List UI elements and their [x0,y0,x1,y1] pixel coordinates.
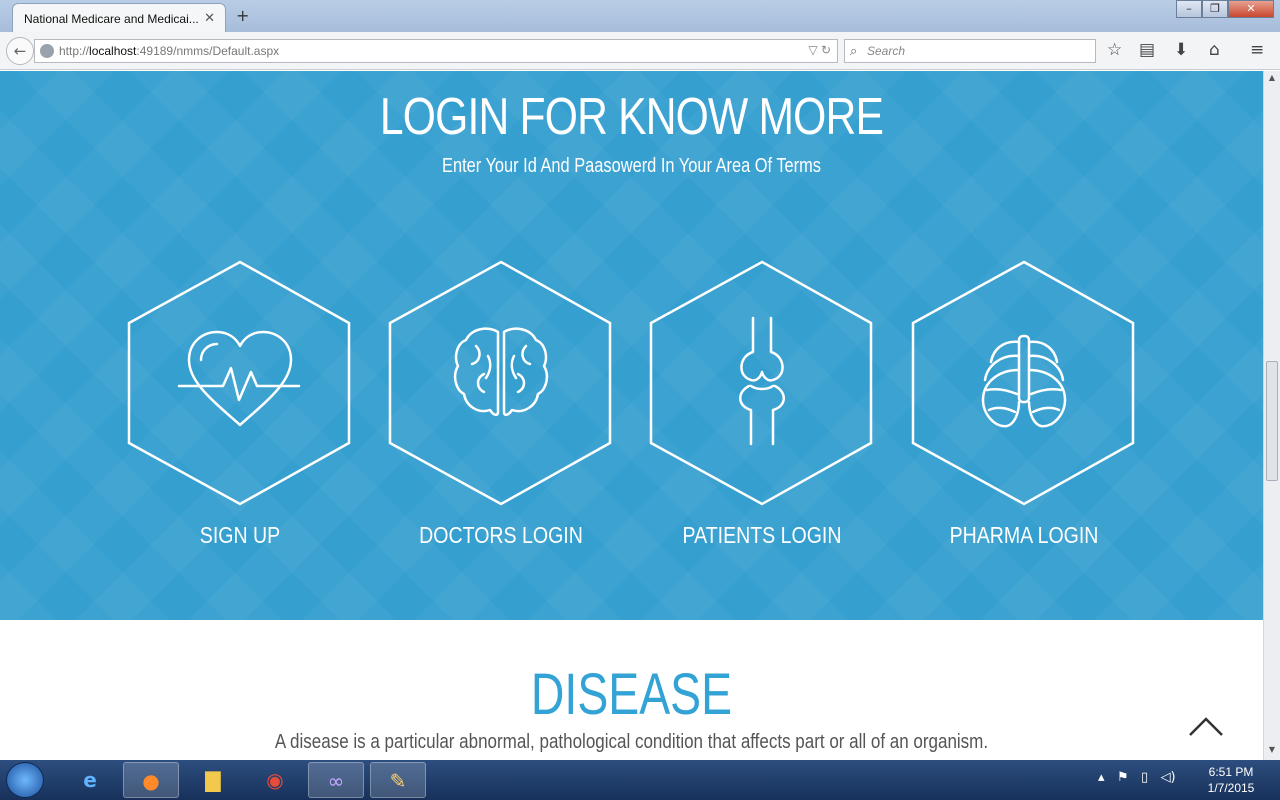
scrollbar-thumb[interactable] [1266,361,1278,481]
window-controls: – ❐ ✕ [1176,0,1274,18]
hexagon-frame [388,260,612,506]
paint-icon[interactable]: ✎ [370,762,426,798]
search-icon: ⌕ [850,43,858,58]
search-input[interactable]: ⌕ Search [844,39,1096,63]
search-placeholder: Search [867,44,906,58]
url-host: localhost [89,44,137,58]
action-center-flag-icon[interactable]: ⚑ [1117,770,1129,785]
address-bar[interactable]: http://localhost:49189/nmms/Default.aspx… [34,39,838,63]
close-window-button[interactable]: ✕ [1228,0,1274,18]
knee-joint-icon [739,316,785,446]
globe-icon [40,44,54,58]
hexagon-frame [127,260,351,506]
scroll-to-top-button[interactable] [1186,715,1226,739]
page-scrollbar[interactable]: ▲ ▼ [1263,71,1280,760]
browser-navbar: ← http://localhost:49189/nmms/Default.as… [0,32,1280,70]
download-icon[interactable]: ⬇ [1174,40,1188,60]
back-button[interactable]: ← [6,37,34,65]
browser-tab[interactable]: National Medicare and Medicai... ✕ [12,3,226,32]
login-hero-section: LOGIN FOR KNOW MORE Enter Your Id And Pa… [0,71,1263,620]
pharma-login-label: PHARMA LOGIN [949,522,1099,548]
doctors-login-card[interactable]: DOCTORS LOGIN [388,260,614,560]
battery-icon[interactable]: ▯ [1141,770,1148,785]
signup-label: SIGN UP [199,522,281,548]
back-arrow-icon: ← [13,42,27,60]
system-tray[interactable]: ▴ ⚑ ▯ ◁) [1098,770,1176,785]
url-dropdown-icon[interactable]: ▽ ↻ [808,43,831,57]
pharma-login-card[interactable]: PHARMA LOGIN [911,260,1137,560]
volume-icon[interactable]: ◁) [1161,770,1176,785]
doctors-login-label: DOCTORS LOGIN [419,522,583,548]
taskbar-clock[interactable]: 6:51 PM 1/7/2015 [1196,764,1266,796]
browser-titlebar: National Medicare and Medicai... ✕ + – ❐… [0,0,1280,32]
patients-login-card[interactable]: PATIENTS LOGIN [649,260,875,560]
bookmark-star-icon[interactable]: ☆ [1107,40,1122,60]
hero-subtitle: Enter Your Id And Paasowerd In Your Area… [442,155,821,177]
windows-taskbar: e ● ▇ ◉ ∞ ✎ ▴ ⚑ ▯ ◁) 6:51 PM 1/7/2015 [0,760,1280,800]
menu-icon[interactable]: ≡ [1250,40,1264,60]
rib-cage-icon [981,334,1067,428]
brain-icon [453,327,549,416]
minimize-button[interactable]: – [1176,0,1202,18]
start-button[interactable] [6,762,44,798]
file-explorer-icon[interactable]: ▇ [185,762,241,798]
new-tab-button[interactable]: + [236,6,249,25]
patients-login-label: PATIENTS LOGIN [682,522,842,548]
maximize-button[interactable]: ❐ [1202,0,1228,18]
clock-date: 1/7/2015 [1207,781,1255,795]
scroll-up-arrow-icon[interactable]: ▲ [1266,73,1278,85]
firefox-icon[interactable]: ● [123,762,179,798]
url-path: :49189/nmms/Default.aspx [136,44,280,58]
tab-title: National Medicare and Medicai... [24,12,199,26]
heartbeat-icon [177,330,301,427]
page-content: LOGIN FOR KNOW MORE Enter Your Id And Pa… [0,71,1263,760]
disease-title: DISEASE [530,662,733,727]
hexagon-frame [911,260,1135,506]
reading-list-icon[interactable]: ▤ [1139,40,1155,60]
disease-description: A disease is a particular abnormal, path… [274,731,989,753]
signup-card[interactable]: SIGN UP [127,260,353,560]
hexagon-frame [649,260,873,506]
clock-time: 6:51 PM [1208,765,1254,779]
visual-studio-icon[interactable]: ∞ [308,762,364,798]
url-prefix: http:// [59,44,90,58]
tray-expand-icon[interactable]: ▴ [1098,770,1105,785]
scroll-down-arrow-icon[interactable]: ▼ [1266,745,1278,757]
hero-title: LOGIN FOR KNOW MORE [379,88,884,146]
tab-close-icon[interactable]: ✕ [204,10,215,26]
home-icon[interactable]: ⌂ [1209,40,1220,60]
chrome-icon[interactable]: ◉ [247,762,303,798]
chevron-up-icon [1189,717,1223,736]
internet-explorer-icon[interactable]: e [62,762,118,798]
